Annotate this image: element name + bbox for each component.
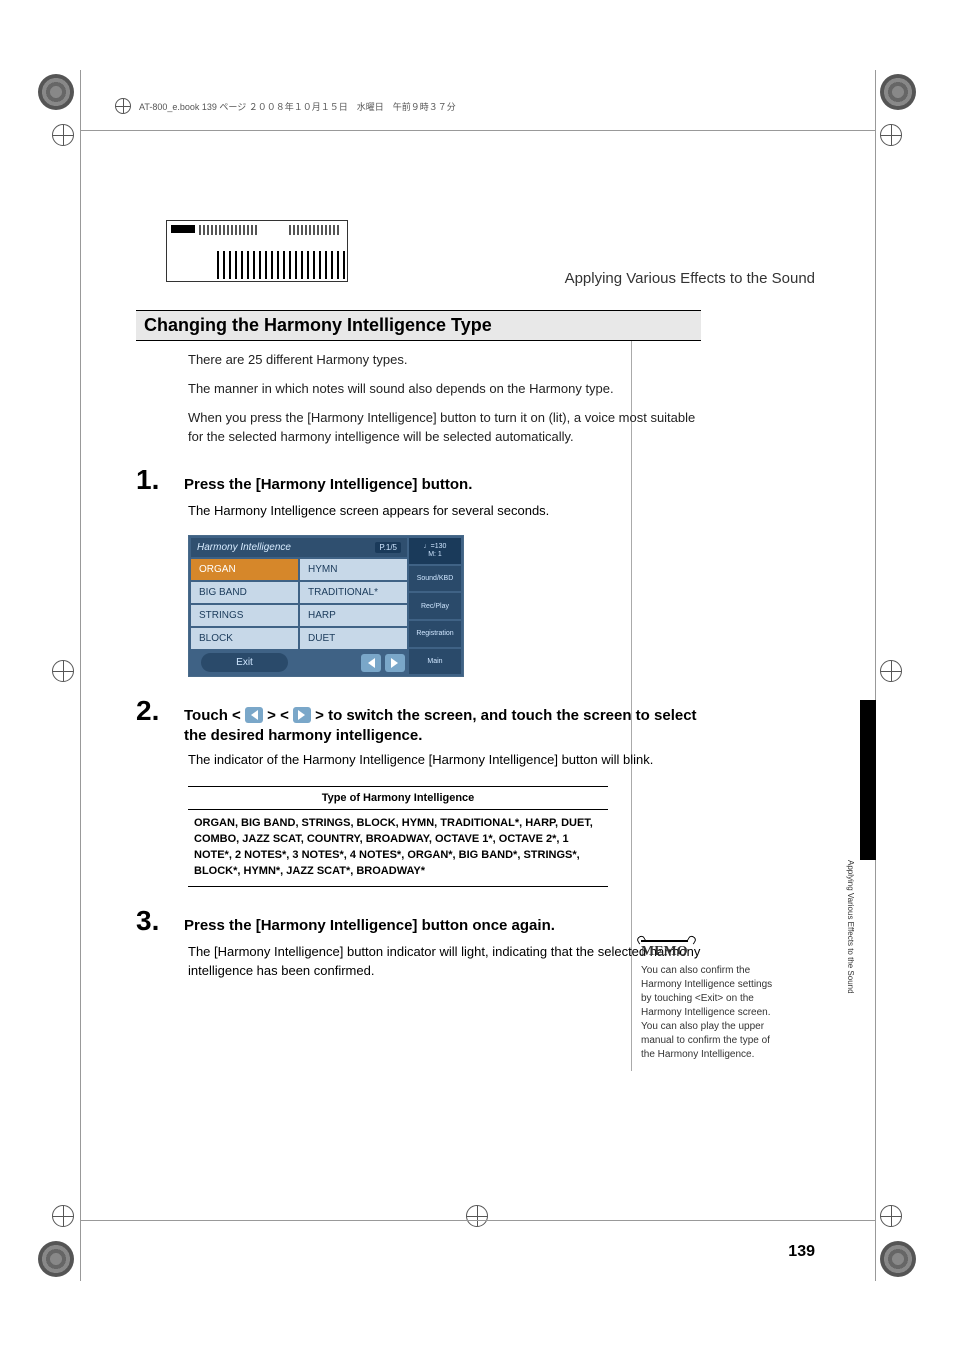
step-2-head-prefix: Touch <	[184, 707, 245, 724]
type-table-body: ORGAN, BIG BAND, STRINGS, BLOCK, HYMN, T…	[188, 810, 608, 887]
hi-exit-button[interactable]: Exit	[201, 653, 288, 672]
page-number: 139	[788, 1243, 815, 1261]
side-tab-text: Applying Various Effects to the Sound	[846, 860, 855, 994]
registration-mark	[52, 660, 74, 682]
step-2-body: The indicator of the Harmony Intelligenc…	[188, 751, 701, 770]
registration-mark	[52, 124, 74, 146]
arrow-right-icon[interactable]	[385, 654, 405, 672]
hi-cell-organ[interactable]: ORGAN	[191, 559, 298, 580]
step-3-body: The [Harmony Intelligence] button indica…	[188, 943, 701, 981]
registration-mark	[880, 660, 902, 682]
hi-side-column: ♩=130 M: 1 Sound/KBD Rec/Play Registrati…	[409, 538, 461, 674]
step-2-heading: Touch < > < > to switch the screen, and …	[184, 704, 701, 745]
hi-cell-duet[interactable]: DUET	[300, 628, 407, 649]
step-1-heading: Press the [Harmony Intelligence] button.	[184, 475, 472, 495]
harmony-type-table: Type of Harmony Intelligence ORGAN, BIG …	[188, 786, 608, 887]
registration-mark	[880, 1205, 902, 1227]
memo-column: MEMO You can also confirm the Harmony In…	[641, 940, 781, 1062]
printer-corner-disc	[38, 74, 74, 110]
hi-cell-block[interactable]: BLOCK	[191, 628, 298, 649]
intro-p3: When you press the [Harmony Intelligence…	[188, 409, 701, 447]
hi-title: Harmony Intelligence	[197, 542, 291, 553]
hi-cell-traditional[interactable]: TRADITIONAL*	[300, 582, 407, 603]
hi-titlebar: Harmony Intelligence P.1/5	[191, 538, 407, 557]
step-1-body: The Harmony Intelligence screen appears …	[188, 502, 701, 521]
main-content: Changing the Harmony Intelligence Type T…	[136, 310, 701, 981]
step-1: 1. Press the [Harmony Intelligence] butt…	[136, 464, 701, 496]
hi-tempo: ♩=130 M: 1	[409, 538, 461, 564]
step-2-number: 2.	[136, 695, 184, 727]
arrow-left-icon	[245, 707, 263, 723]
side-tab	[860, 700, 876, 860]
step-3-number: 3.	[136, 905, 184, 937]
hi-side-main[interactable]: Main	[409, 649, 461, 675]
page-frame: Applying Various Effects to the Sound Ch…	[80, 70, 876, 1281]
registration-mark	[880, 124, 902, 146]
hi-cell-hymn[interactable]: HYMN	[300, 559, 407, 580]
hi-page-indicator: P.1/5	[375, 542, 401, 553]
memo-text: You can also confirm the Harmony Intelli…	[641, 964, 781, 1062]
step-1-number: 1.	[136, 464, 184, 496]
crop-line	[81, 130, 875, 131]
arrow-left-icon[interactable]	[361, 654, 381, 672]
printer-corner-disc	[880, 1241, 916, 1277]
hi-side-registration[interactable]: Registration	[409, 621, 461, 647]
harmony-intelligence-screen: Harmony Intelligence P.1/5 ♩=130 M: 1 So…	[188, 535, 464, 677]
registration-mark	[52, 1205, 74, 1227]
hi-side-recplay[interactable]: Rec/Play	[409, 593, 461, 619]
memo-label: MEMO	[641, 940, 688, 962]
hi-nav-arrows	[300, 651, 407, 674]
intro-text: There are 25 different Harmony types. Th…	[188, 351, 701, 446]
hi-cell-harp[interactable]: HARP	[300, 605, 407, 626]
type-table-header: Type of Harmony Intelligence	[188, 786, 608, 810]
printer-corner-disc	[38, 1241, 74, 1277]
keyboard-panel-illustration	[166, 220, 348, 282]
crop-line	[81, 1220, 875, 1221]
step-2: 2. Touch < > < > to switch the screen, a…	[136, 695, 701, 745]
intro-p1: There are 25 different Harmony types.	[188, 351, 701, 370]
section-heading: Changing the Harmony Intelligence Type	[136, 310, 701, 341]
printer-corner-disc	[880, 74, 916, 110]
hi-cell-bigband[interactable]: BIG BAND	[191, 582, 298, 603]
arrow-right-icon	[293, 707, 311, 723]
hi-side-sound[interactable]: Sound/KBD	[409, 566, 461, 592]
step-3: 3. Press the [Harmony Intelligence] butt…	[136, 905, 701, 937]
hi-cell-strings[interactable]: STRINGS	[191, 605, 298, 626]
step-3-heading: Press the [Harmony Intelligence] button …	[184, 916, 555, 936]
step-2-head-mid: > <	[263, 707, 293, 724]
chapter-title: Applying Various Effects to the Sound	[565, 270, 815, 287]
intro-p2: The manner in which notes will sound als…	[188, 380, 701, 399]
